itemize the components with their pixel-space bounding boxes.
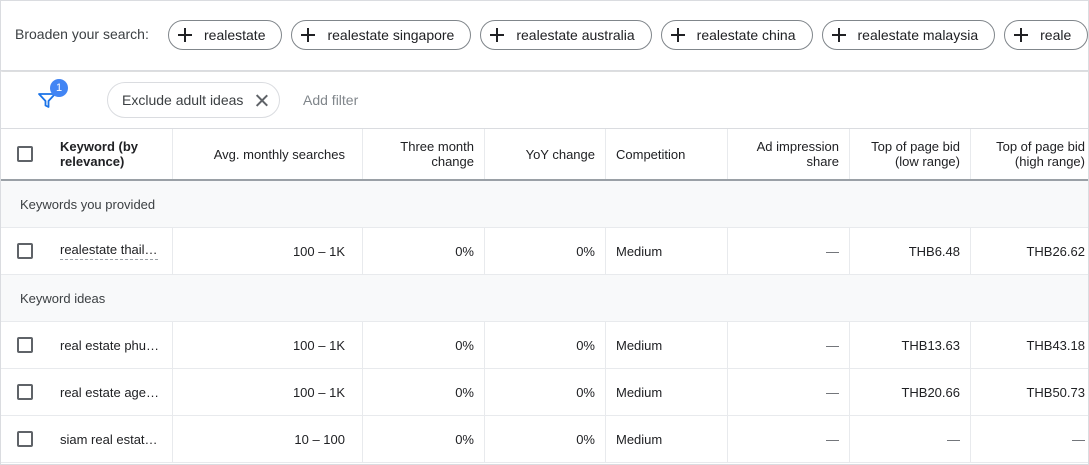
row-checkbox-cell <box>1 228 48 274</box>
broaden-chip-label: realestate malaysia <box>857 27 979 43</box>
broaden-chip[interactable]: realestate singapore <box>291 20 472 50</box>
keyword-cell: real estate phu… <box>48 322 173 368</box>
plus-icon <box>490 28 505 42</box>
row-checkbox-cell <box>1 322 48 368</box>
three-month-cell: 0% <box>363 322 485 368</box>
keyword-planner-panel: Broaden your search: realestate realesta… <box>0 0 1089 465</box>
table-row: realestate thail… 100 – 1K 0% 0% Medium … <box>1 228 1088 275</box>
bid-low-cell: THB6.48 <box>850 228 971 274</box>
yoy-cell: 0% <box>485 416 606 462</box>
broaden-chip-label: realestate china <box>696 27 796 43</box>
avg-searches-cell: 100 – 1K <box>173 322 363 368</box>
header-keyword[interactable]: Keyword (by relevance) <box>48 129 173 179</box>
keyword-table: Keyword (by relevance) Avg. monthly sear… <box>1 129 1088 463</box>
yoy-cell: 0% <box>485 369 606 415</box>
avg-searches-cell: 100 – 1K <box>173 228 363 274</box>
bid-low-cell: THB20.66 <box>850 369 971 415</box>
header-competition[interactable]: Competition <box>606 129 728 179</box>
header-bid-high[interactable]: Top of page bid (high range) <box>971 129 1088 179</box>
bid-high-cell: THB43.18 <box>1026 337 1085 353</box>
yoy-cell: 0% <box>485 228 606 274</box>
keyword-text[interactable]: realestate thail… <box>60 242 158 260</box>
filter-chip-label: Exclude adult ideas <box>122 92 244 108</box>
impression-cell: — <box>728 322 850 368</box>
filter-bar: 1 Exclude adult ideas Add filter <box>1 72 1088 129</box>
group-header-ideas: Keyword ideas <box>1 275 1088 322</box>
broaden-chip-list: realestate realestate singapore realesta… <box>168 20 1088 50</box>
bid-low-cell: — <box>850 416 971 462</box>
table-header-row: Keyword (by relevance) Avg. monthly sear… <box>1 129 1088 181</box>
row-checkbox[interactable] <box>16 431 33 447</box>
competition-cell: Medium <box>606 228 728 274</box>
broaden-chip-label: realestate australia <box>516 27 635 43</box>
table-row: real estate phu… 100 – 1K 0% 0% Medium —… <box>1 322 1088 369</box>
keyword-text[interactable]: real estate phu… <box>60 338 159 353</box>
three-month-cell: 0% <box>363 369 485 415</box>
broaden-chip[interactable]: reale <box>1004 20 1088 50</box>
keyword-cell: realestate thail… <box>48 228 173 274</box>
yoy-cell: 0% <box>485 322 606 368</box>
bid-low-cell: THB13.63 <box>850 322 971 368</box>
plus-icon <box>178 28 192 42</box>
keyword-cell: siam real estat… <box>48 416 173 462</box>
plus-icon <box>301 28 316 42</box>
keyword-cell: real estate age… <box>48 369 173 415</box>
close-icon[interactable] <box>256 94 268 106</box>
bid-high-cell: THB26.62 <box>1026 243 1085 259</box>
plus-icon <box>1014 28 1029 42</box>
row-checkbox[interactable] <box>16 384 33 400</box>
table-row: real estate age… 100 – 1K 0% 0% Medium —… <box>1 369 1088 416</box>
broaden-chip[interactable]: realestate china <box>660 20 813 50</box>
avg-searches-cell: 100 – 1K <box>173 369 363 415</box>
three-month-cell: 0% <box>363 416 485 462</box>
broaden-chip[interactable]: realestate australia <box>480 20 652 50</box>
broaden-chip-label: realestate singapore <box>327 27 455 43</box>
broaden-search-bar: Broaden your search: realestate realesta… <box>1 1 1088 71</box>
plus-icon <box>670 28 685 42</box>
impression-cell: — <box>728 416 850 462</box>
row-checkbox-cell <box>1 369 48 415</box>
competition-cell: Medium <box>606 416 728 462</box>
filter-chip-exclude-adult[interactable]: Exclude adult ideas <box>107 82 281 118</box>
keyword-text[interactable]: real estate age… <box>60 385 159 400</box>
broaden-chip[interactable]: realestate <box>168 20 283 50</box>
competition-cell: Medium <box>606 369 728 415</box>
bid-high-cell: THB50.73 <box>1026 384 1085 400</box>
broaden-search-label: Broaden your search: <box>15 26 149 42</box>
competition-cell: Medium <box>606 322 728 368</box>
avg-searches-cell: 10 – 100 <box>173 416 363 462</box>
header-checkbox-cell <box>1 129 48 179</box>
row-checkbox[interactable] <box>16 243 33 259</box>
three-month-cell: 0% <box>363 228 485 274</box>
filter-count-badge: 1 <box>50 79 68 97</box>
header-three-month-change[interactable]: Three month change <box>363 129 485 179</box>
broaden-chip-label: reale <box>1040 27 1072 43</box>
keyword-text[interactable]: siam real estat… <box>60 432 158 447</box>
header-bid-low[interactable]: Top of page bid (low range) <box>850 129 971 179</box>
bid-high-cell: — <box>1072 431 1085 447</box>
plus-icon <box>831 28 846 42</box>
broaden-chip[interactable]: realestate malaysia <box>821 20 996 50</box>
impression-cell: — <box>728 369 850 415</box>
add-filter-button[interactable]: Add filter <box>303 92 358 108</box>
header-yoy-change[interactable]: YoY change <box>485 129 606 179</box>
header-ad-impression-share[interactable]: Ad impression share <box>728 129 850 179</box>
impression-cell: — <box>728 228 850 274</box>
broaden-chip-label: realestate <box>204 27 266 43</box>
table-row: siam real estat… 10 – 100 0% 0% Medium —… <box>1 416 1088 463</box>
row-checkbox[interactable] <box>16 337 33 353</box>
row-checkbox-cell <box>1 416 48 462</box>
group-header-provided: Keywords you provided <box>1 181 1088 228</box>
select-all-checkbox[interactable] <box>16 146 33 162</box>
header-avg-searches[interactable]: Avg. monthly searches <box>173 129 363 179</box>
